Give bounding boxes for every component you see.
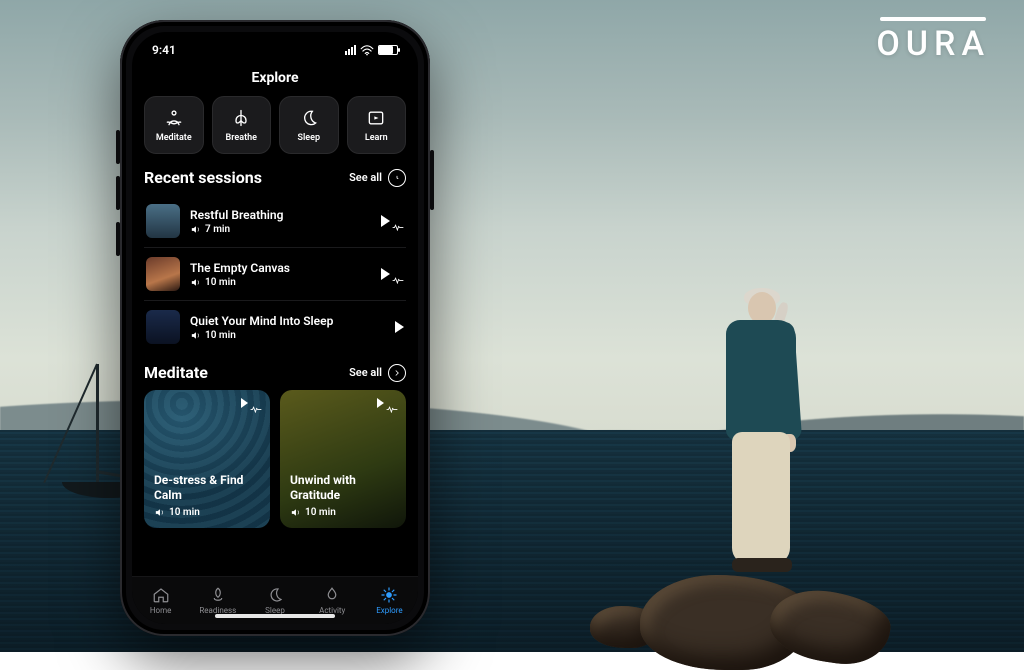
tab-home[interactable]: Home <box>132 577 189 624</box>
audio-icon <box>190 277 201 288</box>
tab-label: Home <box>150 606 172 615</box>
see-all-label: See all <box>349 366 382 379</box>
play-icon <box>381 215 390 227</box>
meditate-cards: De-stress & Find Calm 10 min Unwind with… <box>144 390 406 528</box>
explore-icon <box>380 586 398 604</box>
category-label: Learn <box>365 133 388 143</box>
category-sleep[interactable]: Sleep <box>279 96 339 154</box>
meditate-card[interactable]: Unwind with Gratitude 10 min <box>280 390 406 528</box>
tab-explore[interactable]: Explore <box>361 577 418 624</box>
session-duration: 7 min <box>205 224 230 235</box>
session-thumb <box>146 257 180 291</box>
play-button[interactable] <box>381 215 404 227</box>
session-thumb <box>146 310 180 344</box>
oura-logo: OURA <box>876 24 990 64</box>
session-meta: 10 min <box>190 277 371 288</box>
meditate-see-all[interactable]: See all <box>349 364 406 382</box>
sleep-icon <box>299 108 319 128</box>
history-icon <box>388 169 406 187</box>
battery-icon <box>378 45 398 55</box>
learn-icon <box>366 108 386 128</box>
card-meta: 10 min <box>154 507 260 518</box>
arrow-right-icon <box>388 364 406 382</box>
session-title: Quiet Your Mind Into Sleep <box>190 314 385 328</box>
tab-label: Explore <box>376 606 402 615</box>
page-title: Explore <box>144 70 406 86</box>
card-meta: 10 min <box>290 507 396 518</box>
pulse-icon <box>250 398 262 408</box>
session-row[interactable]: Quiet Your Mind Into Sleep 10 min <box>144 301 406 353</box>
audio-icon <box>290 507 301 518</box>
card-duration: 10 min <box>305 507 336 518</box>
audio-icon <box>190 224 201 235</box>
session-title: Restful Breathing <box>190 208 371 222</box>
play-icon <box>395 321 404 333</box>
audio-icon <box>190 330 201 341</box>
phone-screen: 9:41 Explore Meditate Breathe <box>132 32 418 624</box>
category-label: Meditate <box>156 133 192 143</box>
pulse-icon <box>392 269 404 279</box>
home-icon <box>152 586 170 604</box>
session-meta: 7 min <box>190 224 371 235</box>
play-button[interactable] <box>381 268 404 280</box>
category-learn[interactable]: Learn <box>347 96 407 154</box>
session-title: The Empty Canvas <box>190 261 371 275</box>
session-thumb <box>146 204 180 238</box>
activity-icon <box>323 586 341 604</box>
card-play-badge <box>241 398 262 408</box>
category-breathe[interactable]: Breathe <box>212 96 272 154</box>
play-icon <box>381 268 390 280</box>
session-meta: 10 min <box>190 330 385 341</box>
card-title: Unwind with Gratitude <box>290 473 396 503</box>
session-row[interactable]: The Empty Canvas 10 min <box>144 248 406 301</box>
card-play-badge <box>377 398 398 408</box>
card-duration: 10 min <box>169 507 200 518</box>
audio-icon <box>154 507 165 518</box>
session-duration: 10 min <box>205 277 236 288</box>
play-button[interactable] <box>395 321 404 333</box>
category-meditate[interactable]: Meditate <box>144 96 204 154</box>
signal-icon <box>345 45 356 55</box>
person-silhouette <box>720 292 800 592</box>
home-indicator <box>215 614 335 618</box>
play-icon <box>377 398 384 408</box>
play-icon <box>241 398 248 408</box>
wifi-icon <box>360 45 374 56</box>
pulse-icon <box>392 216 404 226</box>
phone-frame: 9:41 Explore Meditate Breathe <box>120 20 430 636</box>
meditate-heading: Meditate <box>144 363 208 382</box>
meditate-icon <box>164 108 184 128</box>
card-title: De-stress & Find Calm <box>154 473 260 503</box>
recent-see-all[interactable]: See all <box>349 169 406 187</box>
session-row[interactable]: Restful Breathing 7 min <box>144 195 406 248</box>
breathe-icon <box>231 108 251 128</box>
category-label: Breathe <box>226 133 257 143</box>
phone-notch <box>205 32 345 58</box>
see-all-label: See all <box>349 171 382 184</box>
meditate-card[interactable]: De-stress & Find Calm 10 min <box>144 390 270 528</box>
recent-list: Restful Breathing 7 min The Empty <box>144 195 406 353</box>
recent-heading: Recent sessions <box>144 168 262 187</box>
readiness-icon <box>209 586 227 604</box>
session-duration: 10 min <box>205 330 236 341</box>
pulse-icon <box>386 398 398 408</box>
status-time: 9:41 <box>152 43 176 57</box>
category-row: Meditate Breathe Sleep Learn <box>144 96 406 154</box>
sleep-icon <box>266 586 284 604</box>
category-label: Sleep <box>297 133 320 143</box>
